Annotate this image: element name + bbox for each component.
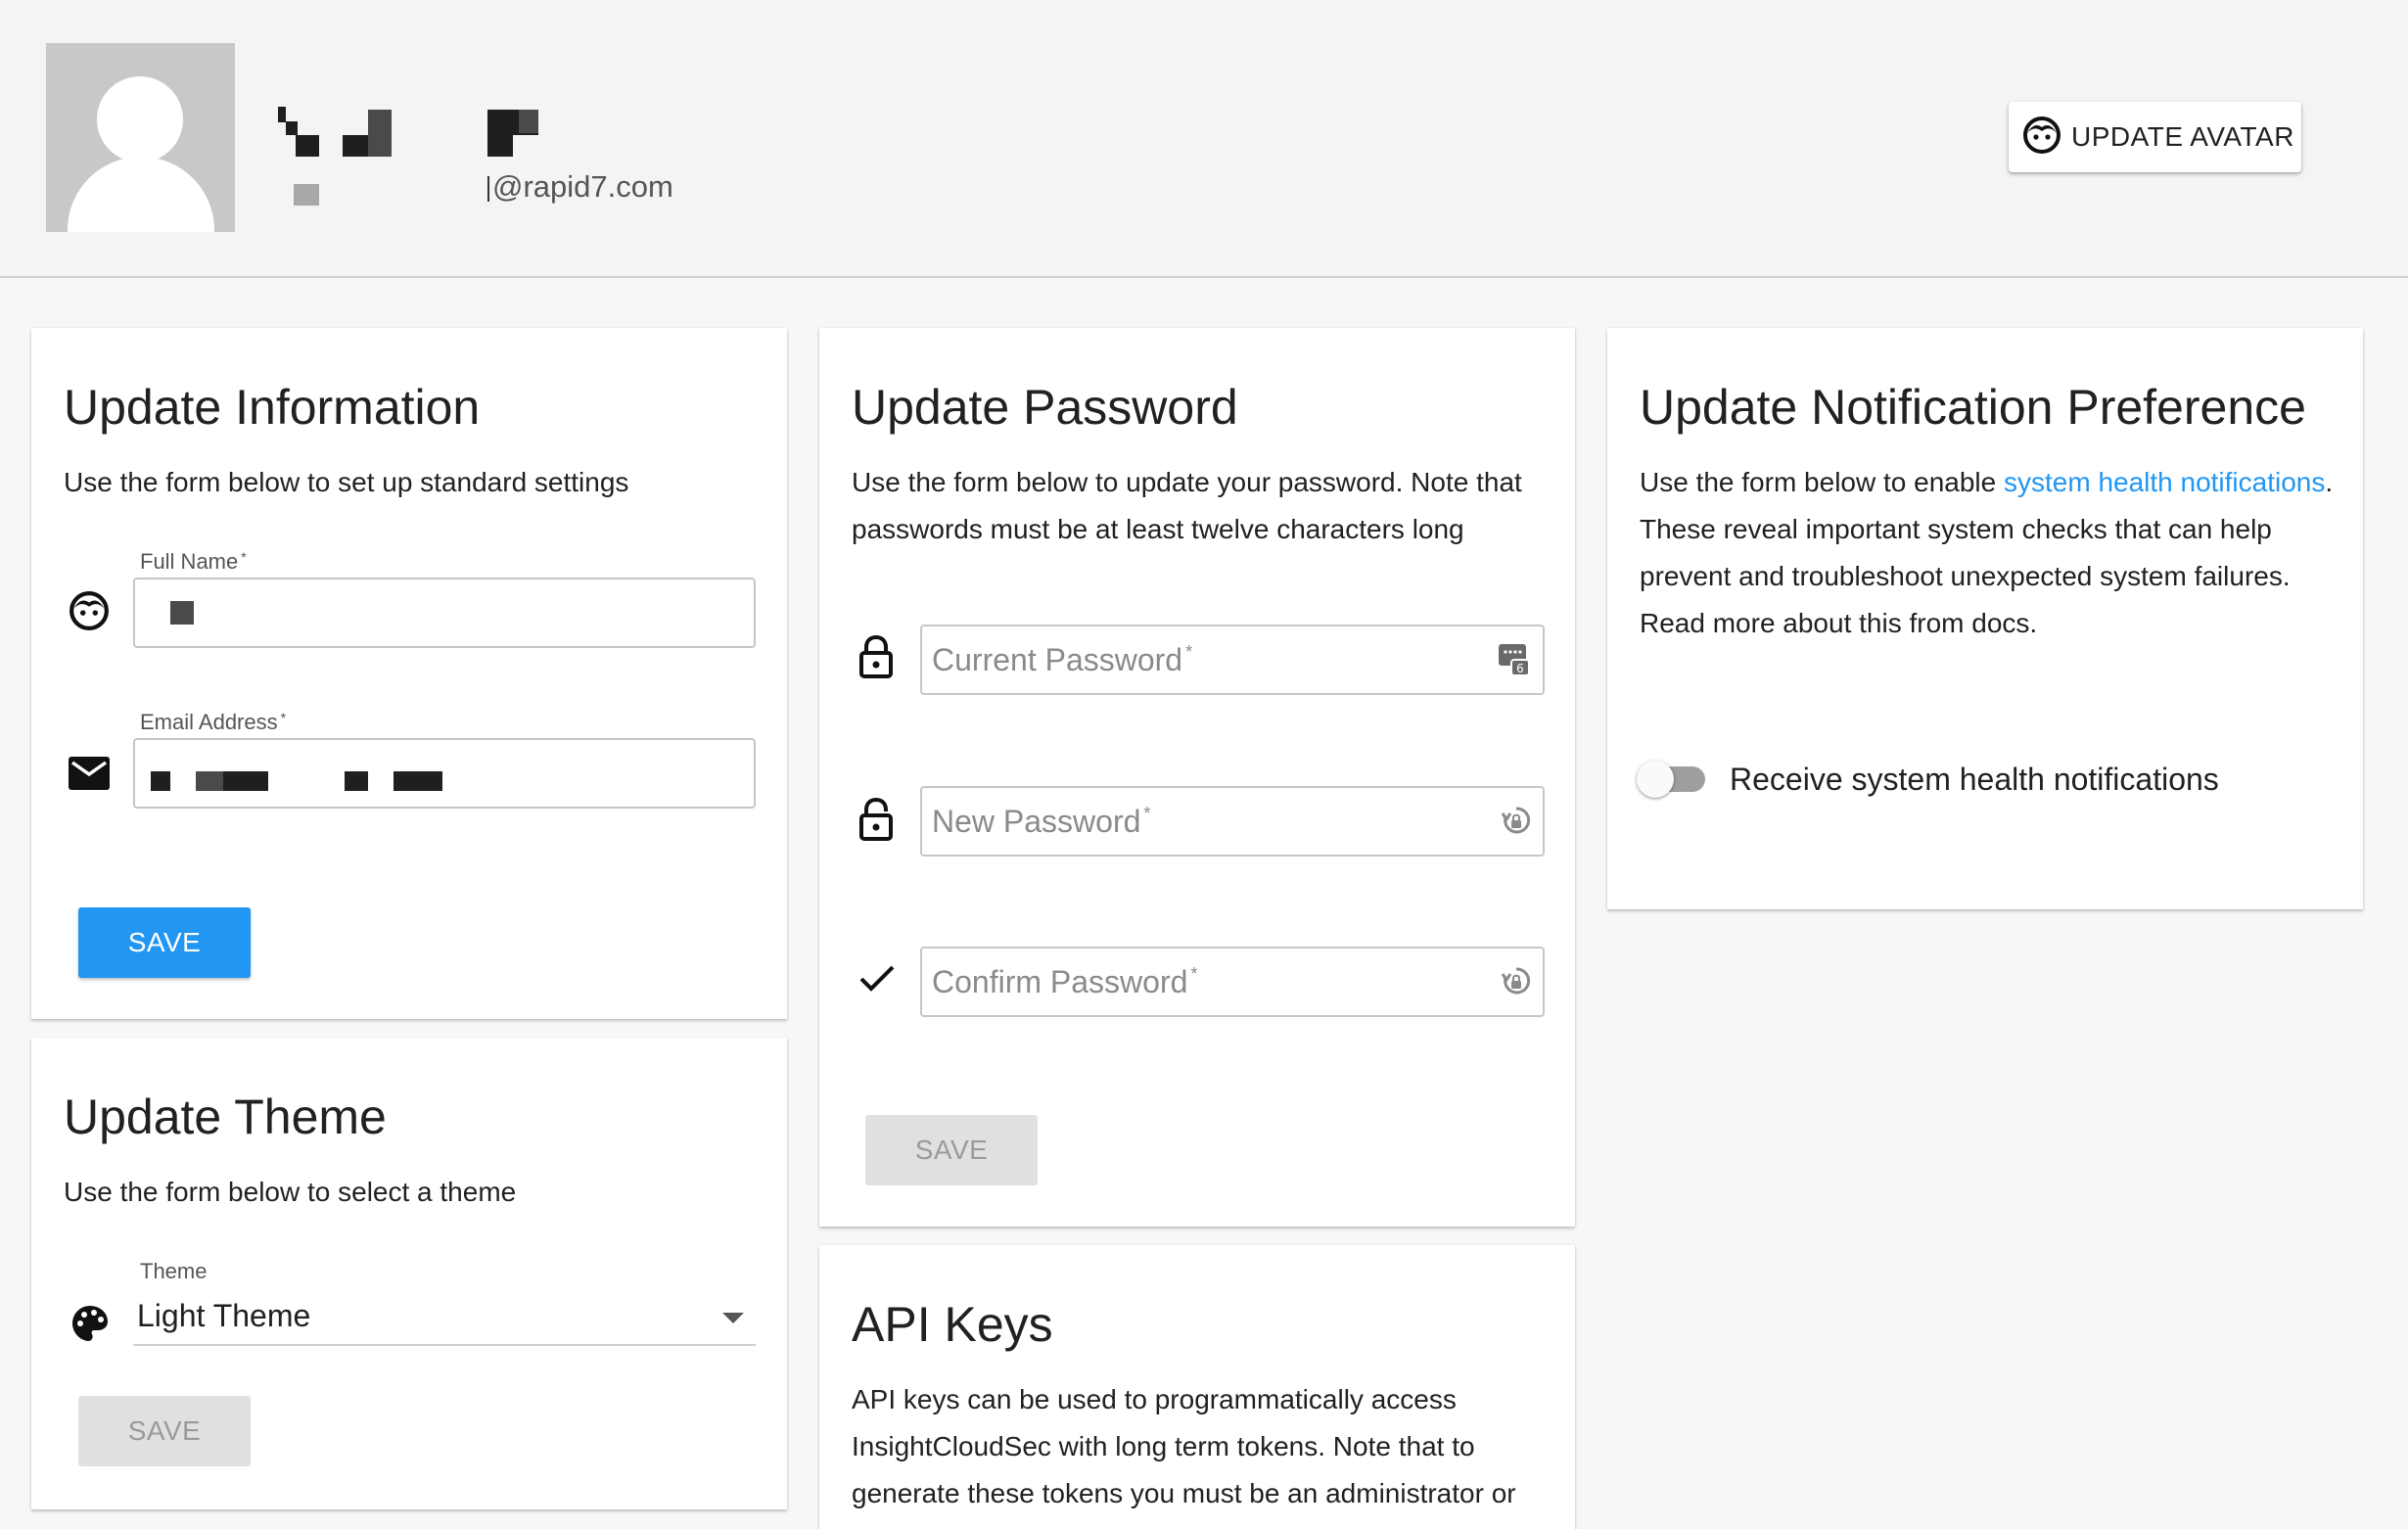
user-face-icon — [69, 590, 110, 636]
notification-preference-description: Use the form below to enable system heal… — [1640, 467, 2334, 638]
confirm-password-field[interactable]: Confirm Password * — [920, 947, 1545, 1017]
full-name-label: Full Name * — [140, 549, 247, 574]
update-password-card: Update Password Use the form below to up… — [819, 328, 1575, 1227]
update-information-description: Use the form below to set up standard se… — [64, 467, 629, 497]
save-information-button[interactable]: SAVE — [78, 907, 251, 978]
update-theme-card: Update Theme Use the form below to selec… — [31, 1038, 787, 1509]
save-password-button[interactable]: SAVE — [865, 1115, 1038, 1185]
profile-header: @rapid7.com UPDATE AVATAR — [0, 0, 2408, 278]
update-information-card: Update Information Use the form below to… — [31, 328, 787, 1019]
api-keys-card: API Keys API keys can be used to program… — [819, 1245, 1575, 1529]
check-icon — [858, 964, 896, 998]
lock-open-icon — [858, 797, 894, 846]
update-information-title: Update Information — [64, 380, 481, 435]
full-name-field[interactable] — [133, 578, 756, 648]
update-password-title: Update Password — [852, 380, 1238, 435]
update-password-description: Use the form below to update your passwo… — [852, 467, 1522, 544]
email-address-field[interactable] — [133, 738, 756, 809]
lock-icon — [858, 634, 894, 683]
email-address-label: Email Address * — [140, 710, 287, 734]
dropdown-caret-icon — [722, 1313, 744, 1323]
notification-preference-title: Update Notification Preference — [1640, 380, 2306, 435]
update-avatar-button[interactable]: UPDATE AVATAR — [2009, 102, 2301, 172]
system-health-notifications-link[interactable]: system health notifications — [2004, 467, 2325, 497]
password-reveal-icon[interactable] — [1501, 806, 1531, 842]
profile-email: @rapid7.com — [487, 169, 673, 205]
api-keys-description: API keys can be used to programmatically… — [852, 1384, 1516, 1508]
update-theme-description: Use the form below to select a theme — [64, 1177, 517, 1207]
mail-icon — [69, 757, 110, 795]
current-password-field[interactable]: Current Password * 6 — [920, 625, 1545, 695]
svg-text:6: 6 — [1516, 662, 1524, 675]
user-face-icon — [2022, 116, 2061, 160]
theme-label: Theme — [140, 1259, 208, 1283]
save-theme-button[interactable]: SAVE — [78, 1396, 251, 1466]
avatar — [46, 43, 235, 232]
update-avatar-label: UPDATE AVATAR — [2071, 121, 2294, 152]
notification-preference-card: Update Notification Preference Use the f… — [1607, 328, 2363, 909]
theme-select-value: Light Theme — [137, 1298, 311, 1333]
update-theme-title: Update Theme — [64, 1089, 387, 1144]
password-reveal-icon[interactable] — [1501, 966, 1531, 1002]
system-health-toggle-label: Receive system health notifications — [1730, 762, 2219, 797]
api-keys-title: API Keys — [852, 1297, 1053, 1352]
palette-icon — [70, 1304, 110, 1348]
password-manager-icon[interactable]: 6 — [1498, 642, 1531, 682]
new-password-field[interactable]: New Password * — [920, 786, 1545, 857]
